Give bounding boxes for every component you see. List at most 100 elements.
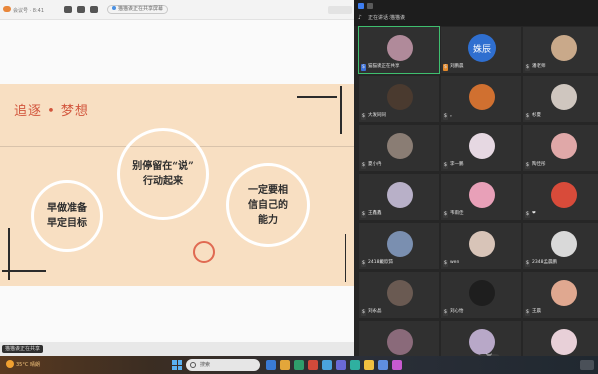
participant-name: 刘永晶 [368, 309, 382, 314]
meeting-name: 会议号 · 8:41 [13, 8, 44, 14]
avatar [551, 84, 577, 110]
microphone-icon[interactable]: $ [525, 210, 530, 218]
participant-tile[interactable]: $ 大发同同 [358, 75, 440, 123]
screen-icon[interactable] [90, 6, 98, 13]
participant-name-bar: $ 刘永晶 [361, 308, 382, 316]
task-view-icon[interactable] [266, 360, 276, 370]
microphone-icon[interactable]: $ [443, 210, 448, 218]
participant-tile[interactable]: $。 [440, 75, 522, 123]
avatar [551, 329, 577, 355]
microphone-icon[interactable]: $ [525, 308, 530, 316]
microphone-icon[interactable]: $ [525, 161, 530, 169]
gallery-view-icon[interactable] [358, 3, 364, 9]
chat-app-icon[interactable] [350, 360, 360, 370]
speaker-view-icon[interactable] [367, 3, 373, 9]
app-icon[interactable] [308, 360, 318, 370]
weather-widget[interactable]: 35°C 晴朗 [6, 360, 40, 368]
search-icon [190, 362, 196, 368]
participant-tile[interactable]: $ wen [440, 222, 522, 270]
participant-name-bar: $ ❤ [525, 210, 536, 218]
microphone-icon[interactable]: $ [443, 63, 448, 71]
participant-name: 2348孟晨鹏 [532, 260, 557, 265]
microphone-icon[interactable]: $ [361, 112, 366, 120]
meeting-logo-icon [3, 6, 11, 12]
participant-tile[interactable]: $ 刘永晶 [358, 271, 440, 319]
participant-tile[interactable]: $ 潘老师 [522, 26, 598, 74]
participant-tile[interactable]: $ 陶佳彤 [522, 124, 598, 172]
participant-tile[interactable]: $ 韦雨佳 [440, 173, 522, 221]
participant-tile[interactable]: $ 夏小冉 [358, 124, 440, 172]
share-label-pill[interactable]: 猫猫诶正在共享 [2, 345, 44, 353]
browser-icon[interactable] [294, 360, 304, 370]
microphone-icon[interactable]: $ [361, 259, 366, 267]
slide-title: 追逐 • 梦想 [14, 104, 89, 119]
video-icon[interactable] [64, 6, 72, 13]
microphone-icon[interactable]: $ [443, 259, 448, 267]
meeting-app-icon[interactable] [336, 360, 346, 370]
participant-name-bar: $2418戴欣茹 [361, 259, 393, 267]
microphone-icon[interactable]: $ [525, 63, 530, 71]
system-tray[interactable] [580, 360, 594, 370]
participant-name: 陶佳彤 [532, 162, 546, 167]
participant-tile[interactable]: $ 刘心怡 [440, 271, 522, 319]
participant-tile[interactable]: $2348孟晨鹏 [522, 222, 598, 270]
participant-tile[interactable]: $ ❤ [522, 173, 598, 221]
window-controls[interactable] [328, 6, 352, 14]
microphone-icon[interactable]: $ [361, 63, 366, 71]
participant-name-bar: $ 王鑫鑫 [361, 210, 382, 218]
participant-name: 潘老师 [532, 64, 546, 69]
participant-tile[interactable]: $ 王晨 [522, 271, 598, 319]
participant-name-bar: $ 陶佳彤 [525, 161, 546, 169]
folder-icon[interactable] [364, 360, 374, 370]
photos-icon[interactable] [392, 360, 402, 370]
circle-text: 别停留在“说” 行动起来 [132, 161, 194, 187]
participant-name-bar: $ 李一鹏 [443, 161, 464, 169]
avatar [387, 84, 413, 110]
screen: 会议号 · 8:41 猫猫诶正在共享屏幕 追逐 • 梦想 早做准备 早定目标 别… [0, 0, 598, 374]
speaking-name: 猫猫诶 [390, 15, 406, 21]
participant-tile[interactable]: $ 杉夏 [522, 75, 598, 123]
participant-tile[interactable]: $ 王鑫鑫 [358, 173, 440, 221]
microphone-icon[interactable]: $ [443, 112, 448, 120]
slide-circle-3: 一定要相 信自己的 能力 [226, 163, 310, 247]
cloud-icon[interactable] [77, 6, 85, 13]
microphone-icon[interactable]: $ [361, 161, 366, 169]
participant-name: 夏小冉 [368, 162, 382, 167]
participant-tile[interactable]: $2418戴欣茹 [358, 222, 440, 270]
participant-name-bar: $ 猫猫诶正在共享 [361, 63, 400, 71]
participant-name-bar: $ 韦雨佳 [443, 210, 464, 218]
participant-name-bar: $ 刘心怡 [443, 308, 464, 316]
ink-stroke [297, 96, 337, 98]
participant-tile[interactable]: 姝辰 $ 刘鹏晨 [440, 26, 522, 74]
ink-stroke [340, 86, 342, 134]
participant-name: 刘鹏晨 [450, 64, 464, 69]
taskbar-search[interactable]: 搜索 [186, 359, 260, 371]
shared-screen-pane: 会议号 · 8:41 猫猫诶正在共享屏幕 追逐 • 梦想 早做准备 早定目标 别… [0, 0, 354, 356]
search-placeholder: 搜索 [200, 362, 211, 368]
mail-icon[interactable] [378, 360, 388, 370]
microphone-icon[interactable]: $ [443, 308, 448, 316]
microphone-icon[interactable]: $ [361, 308, 366, 316]
participant-name-bar: $ 刘鹏晨 [443, 63, 464, 71]
store-icon[interactable] [322, 360, 332, 370]
avatar [469, 133, 495, 159]
pointer-ring-icon [193, 241, 215, 263]
microphone-icon[interactable]: $ [525, 112, 530, 120]
share-status-pill[interactable]: 猫猫诶正在共享屏幕 [107, 5, 169, 14]
participant-name: wen [450, 260, 460, 265]
participant-tile[interactable]: $ 猫猫诶正在共享 [358, 26, 440, 74]
microphone-icon[interactable]: $ [443, 161, 448, 169]
microphone-icon[interactable]: $ [361, 210, 366, 218]
avatar [551, 133, 577, 159]
microphone-icon[interactable]: $ [525, 259, 530, 267]
participant-tile[interactable]: $ 李一鹏 [440, 124, 522, 172]
file-explorer-icon[interactable] [280, 360, 290, 370]
avatar: 姝辰 [468, 34, 496, 62]
avatar [387, 133, 413, 159]
participant-name: 王晨 [532, 309, 541, 314]
meeting-top-bar: 会议号 · 8:41 猫猫诶正在共享屏幕 [0, 0, 354, 20]
ink-stroke [8, 228, 10, 280]
avatar [387, 280, 413, 306]
start-menu-icon[interactable] [172, 360, 182, 370]
participant-name: 2418戴欣茹 [368, 260, 393, 265]
